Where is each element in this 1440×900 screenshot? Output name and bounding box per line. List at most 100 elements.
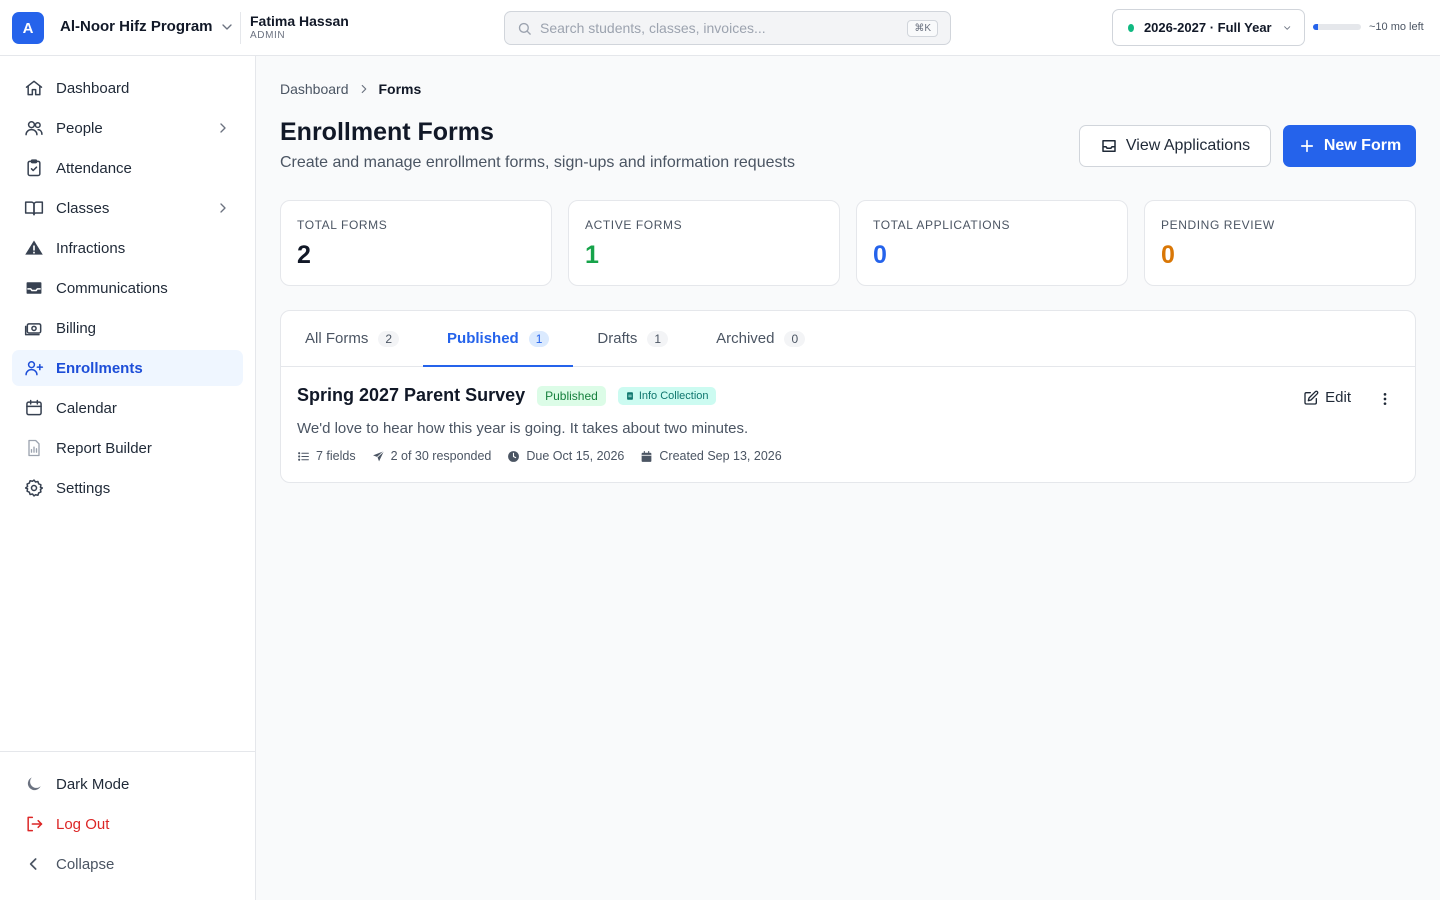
sidebar-item-calendar[interactable]: Calendar — [12, 390, 243, 426]
stat-value: 0 — [873, 241, 887, 269]
user-role: ADMIN — [250, 30, 286, 41]
stat-label: ACTIVE FORMS — [585, 218, 683, 232]
tab-archived[interactable]: Archived 0 — [692, 311, 829, 366]
tab-count-badge: 1 — [528, 330, 550, 347]
breadcrumb-dashboard-link[interactable]: Dashboard — [280, 81, 349, 97]
collapse-label: Collapse — [56, 855, 115, 873]
sidebar-item-report-builder[interactable]: Report Builder — [12, 430, 243, 466]
stat-label: TOTAL FORMS — [297, 218, 388, 232]
sidebar-item-dashboard[interactable]: Dashboard — [12, 70, 243, 106]
stat-value: 0 — [1161, 241, 1175, 269]
forms-tabs: All Forms 2 Published 1 Drafts 1 Archive… — [281, 311, 1415, 367]
sidebar-item-label: Settings — [56, 479, 111, 497]
due-text: Due Oct 15, 2026 — [526, 449, 625, 463]
tab-count-badge: 1 — [647, 330, 669, 347]
dark-mode-label: Dark Mode — [56, 775, 130, 793]
form-type-label: Info Collection — [638, 389, 709, 402]
edit-label: Edit — [1325, 389, 1351, 406]
stat-value: 2 — [297, 241, 311, 269]
sidebar-item-label: Enrollments — [56, 359, 143, 377]
form-created-date: Created Sep 13, 2026 — [640, 449, 782, 463]
gear-icon — [24, 479, 44, 497]
clipboard-icon — [626, 391, 633, 400]
sidebar: Dashboard People Attendance Classes Infr… — [0, 56, 256, 900]
search-input[interactable] — [540, 20, 908, 36]
clipboard-check-icon — [27, 159, 41, 177]
list-icon — [298, 451, 309, 461]
tab-label: Drafts — [597, 330, 638, 347]
calendar-icon — [642, 450, 652, 462]
sidebar-item-label: Classes — [56, 199, 110, 217]
book-open-icon — [24, 201, 44, 216]
org-logo[interactable]: A — [12, 12, 44, 44]
header-divider — [240, 12, 241, 44]
inbox-icon — [26, 282, 42, 294]
sidebar-item-label: Communications — [56, 279, 168, 297]
sidebar-item-attendance[interactable]: Attendance — [12, 150, 243, 186]
inbox-icon — [1102, 140, 1116, 152]
sidebar-item-enrollments[interactable]: Enrollments — [12, 350, 243, 386]
stat-card-total-applications: TOTAL APPLICATIONS 0 — [856, 200, 1128, 286]
sidebar-item-label: Calendar — [56, 399, 117, 417]
school-year-label: 2026-2027 · Full Year — [1143, 20, 1272, 35]
sidebar-item-label: Attendance — [56, 159, 132, 177]
global-search[interactable]: ⌘K — [504, 11, 951, 45]
chevron-right-icon — [361, 84, 366, 94]
new-form-button[interactable]: New Form — [1283, 125, 1416, 167]
sidebar-item-label: Dashboard — [56, 79, 130, 97]
chevron-left-icon — [29, 858, 37, 870]
sidebar-item-label: Billing — [56, 319, 97, 337]
tab-published[interactable]: Published 1 — [423, 311, 574, 367]
year-remaining: ~10 mo left — [1369, 21, 1424, 33]
clock-icon — [508, 450, 520, 462]
view-applications-label: View Applications — [1125, 137, 1251, 154]
search-shortcut: ⌘K — [907, 19, 938, 37]
sidebar-item-settings[interactable]: Settings — [12, 470, 243, 506]
edit-form-button[interactable]: Edit — [1303, 389, 1351, 406]
user-plus-icon — [25, 361, 44, 376]
more-vertical-icon — [1383, 393, 1387, 405]
org-name: Al-Noor Hifz Program — [60, 18, 213, 35]
responses-text: 2 of 30 responded — [390, 449, 492, 463]
dark-mode-toggle[interactable]: Dark Mode — [12, 766, 243, 802]
school-year-selector[interactable]: 2026-2027 · Full Year — [1112, 9, 1305, 46]
user-info[interactable]: Fatima Hassan ADMIN — [250, 13, 349, 42]
tab-count-badge: 2 — [378, 330, 400, 347]
sidebar-item-communications[interactable]: Communications — [12, 270, 243, 306]
search-icon — [518, 22, 531, 35]
tab-all-forms[interactable]: All Forms 2 — [281, 311, 423, 366]
form-title[interactable]: Spring 2027 Parent Survey — [297, 385, 525, 406]
year-progress-bar — [1313, 24, 1361, 30]
sidebar-item-people[interactable]: People — [12, 110, 243, 146]
form-description: We'd love to hear how this year is going… — [297, 420, 749, 437]
form-responses: 2 of 30 responded — [372, 449, 492, 463]
breadcrumb: Dashboard Forms — [280, 81, 421, 97]
logout-icon — [27, 816, 43, 832]
form-meta: 7 fields 2 of 30 responded Due Oct 15, 2… — [297, 449, 1399, 463]
warning-icon — [25, 240, 43, 255]
form-type-badge: Info Collection — [617, 386, 716, 405]
sidebar-item-classes[interactable]: Classes — [12, 190, 243, 226]
status-badge: Published — [537, 385, 606, 406]
more-options-button[interactable] — [1373, 389, 1397, 409]
sidebar-item-label: Report Builder — [56, 439, 152, 457]
sidebar-item-infractions[interactable]: Infractions — [12, 230, 243, 266]
chevron-right-icon — [220, 123, 226, 133]
sidebar-item-label: Infractions — [56, 239, 126, 257]
stat-label: PENDING REVIEW — [1161, 218, 1275, 232]
collapse-sidebar-button[interactable]: Collapse — [12, 846, 243, 882]
logout-button[interactable]: Log Out — [12, 806, 243, 842]
stat-card-active-forms: ACTIVE FORMS 1 — [568, 200, 840, 286]
sidebar-item-billing[interactable]: Billing — [12, 310, 243, 346]
org-switcher[interactable]: Al-Noor Hifz Program — [60, 18, 235, 35]
stat-card-pending-review: PENDING REVIEW 0 — [1144, 200, 1416, 286]
stat-card-total-forms: TOTAL FORMS 2 — [280, 200, 552, 286]
form-due-date: Due Oct 15, 2026 — [507, 449, 624, 463]
view-applications-button[interactable]: View Applications — [1079, 125, 1271, 167]
tab-count-badge: 0 — [784, 330, 806, 347]
breadcrumb-current: Forms — [378, 81, 422, 97]
tab-drafts[interactable]: Drafts 1 — [573, 311, 692, 366]
form-list-item[interactable]: Spring 2027 Parent Survey Published Info… — [281, 367, 1415, 482]
users-icon — [25, 121, 43, 136]
new-form-label: New Form — [1323, 137, 1402, 154]
